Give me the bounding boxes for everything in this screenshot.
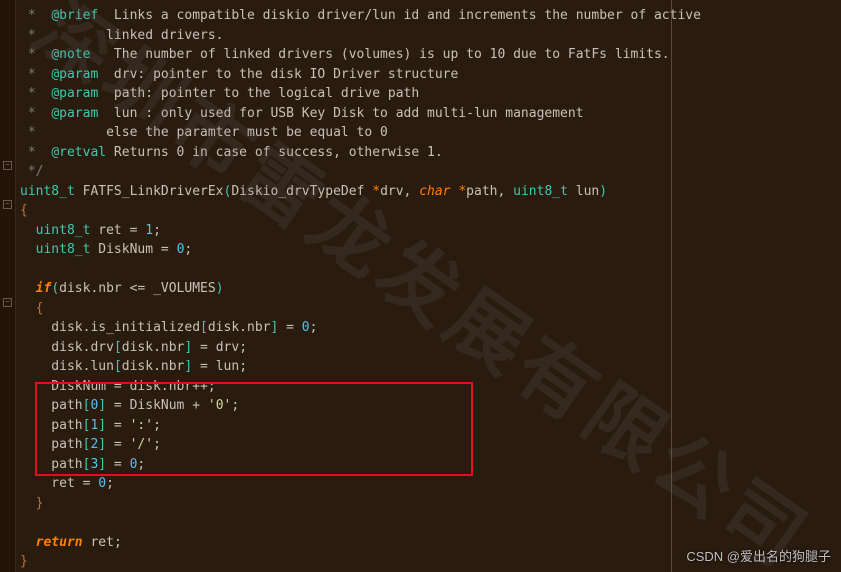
fold-gutter: − − −	[0, 0, 16, 572]
fold-marker[interactable]: −	[3, 200, 12, 209]
fold-marker[interactable]: −	[3, 161, 12, 170]
code-block: * @brief Links a compatible diskio drive…	[16, 0, 841, 572]
fold-marker[interactable]: −	[3, 298, 12, 307]
credit-label: CSDN @爱出名的狗腿子	[686, 547, 831, 567]
